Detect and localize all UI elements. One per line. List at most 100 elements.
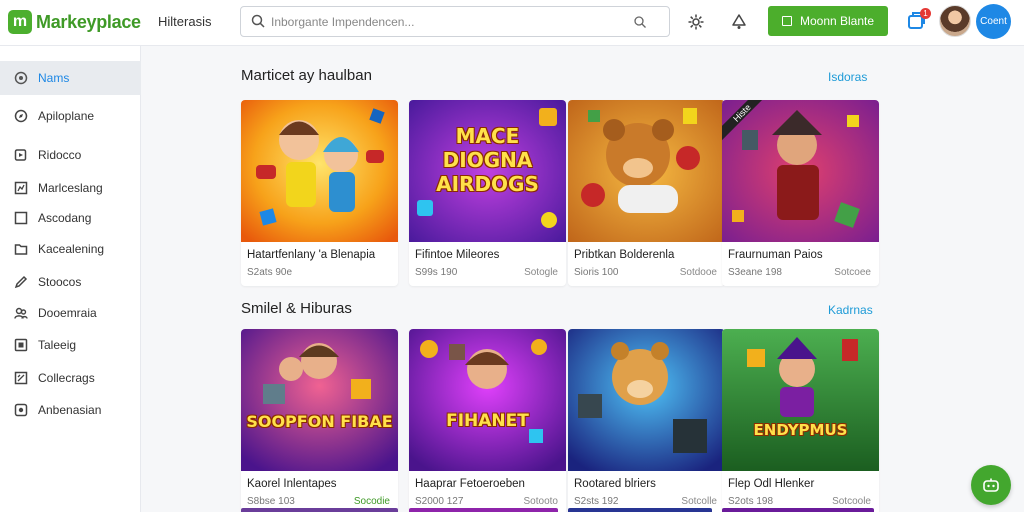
product-card[interactable]: Pribtkan Bolderenla Sioris 100 Sotdooe (568, 100, 725, 286)
product-card[interactable]: MACE DIOGNA AIRDOGS Fifintoe Mileores S9… (409, 100, 566, 286)
sidebar-item-marketing[interactable]: Marlceslang (0, 171, 141, 205)
product-meta: Sotooto (523, 496, 558, 507)
sidebar-item-label: Apiloplane (38, 109, 95, 123)
top-bar: m Markeyplace Hilterasis Moonn Blante 1 … (0, 0, 1024, 46)
sidebar-item-collections[interactable]: Collecrags (0, 361, 141, 395)
product-price: Sioris 100 (574, 267, 619, 278)
users-icon (14, 307, 28, 319)
product-thumbnail (722, 100, 879, 242)
product-card[interactable]: FIHANET Haaprar Fetoeroeben S2000 127 So… (409, 329, 566, 512)
product-thumbnail (568, 329, 725, 471)
thumbnail-text: SOOPFON FIBAE (246, 412, 393, 431)
sidebar-item-label: Collecrags (38, 371, 95, 385)
product-price: S2sts 192 (574, 496, 619, 507)
chat-button[interactable] (971, 465, 1011, 505)
product-title: Pribtkan Bolderenla (574, 249, 675, 261)
home-icon (14, 71, 28, 85)
search-icon (251, 14, 265, 28)
thumbnail-text: ENDYPMUS (753, 421, 848, 439)
product-title: Hatartfenlany 'a Blenapia (247, 249, 376, 261)
chat-icon (983, 478, 999, 492)
brand-logo-icon: m (8, 10, 32, 34)
product-meta: Sotcolle (681, 496, 717, 507)
product-price: S8bse 103 (247, 496, 295, 507)
bell-icon[interactable] (729, 12, 749, 32)
product-meta: Sotcoee (834, 267, 871, 278)
create-listing-label: Moonn Blante (799, 14, 875, 28)
sidebar-item-home[interactable]: Nams (0, 61, 141, 95)
see-all-link[interactable]: Kadrnas (828, 303, 873, 317)
product-price: S2ats 90e (247, 267, 293, 278)
product-price: S3eane 198 (728, 267, 782, 278)
folder-icon (14, 244, 28, 255)
sidebar-item-explore[interactable]: Apiloplane (0, 99, 141, 133)
product-title: Rootared blriers (574, 478, 656, 490)
product-meta: Sotcoole (832, 496, 871, 507)
brand[interactable]: m Markeyplace (8, 10, 141, 34)
nav-link[interactable]: Hilterasis (158, 14, 211, 29)
pencil-icon (14, 275, 28, 289)
product-card-peek (409, 508, 558, 512)
product-meta: Sotogle (524, 267, 558, 278)
product-title: Fifintoe Mileores (415, 249, 500, 261)
thumbnail-text: MACE DIOGNA AIRDOGS (436, 124, 539, 196)
gear-icon[interactable] (686, 12, 706, 32)
sidebar-item-label: Nams (38, 71, 70, 85)
product-meta: Socodie (353, 496, 390, 507)
sidebar-item-domains[interactable]: Dooemraia (0, 296, 141, 330)
product-title: Flep Odl Hlenker (728, 478, 815, 490)
product-card-peek (722, 508, 874, 512)
search-bar (240, 6, 670, 37)
sidebar-item-label: Ridocco (38, 148, 82, 162)
sidebar-item-label: Anbenasian (38, 403, 102, 417)
sidebar-item-label: Taleeig (38, 338, 77, 352)
product-thumbnail (241, 100, 398, 242)
sidebar-item-label: Ascodang (38, 211, 92, 225)
product-price: S99s 190 (415, 267, 458, 278)
product-price: S2000 127 (415, 496, 464, 507)
brand-name: Markeyplace (36, 11, 141, 32)
sidebar-item-label: Dooemraia (38, 306, 97, 320)
product-meta: Sotdooe (679, 267, 717, 278)
tag-icon (14, 338, 28, 352)
product-card[interactable]: ENDYPMUS Flep Odl Hlenker S2ots 198 Sotc… (722, 329, 879, 512)
product-card[interactable]: SOOPFON FIBAE Kaorel Inlentapes S8bse 10… (241, 329, 398, 512)
square-icon (781, 16, 792, 26)
section-title: Smilel & Hiburas (241, 300, 352, 317)
product-thumbnail (568, 100, 725, 242)
sidebar-item-tags[interactable]: Taleeig (0, 328, 141, 362)
product-card[interactable]: Histe Fraurnuman Paios S3eane 198 Sotcoe… (722, 100, 879, 286)
filter-icon[interactable] (633, 15, 647, 29)
compass-icon (14, 109, 28, 123)
sidebar-item-label: Stoocos (38, 275, 82, 289)
collection-icon (14, 371, 28, 385)
product-card-peek (241, 508, 398, 512)
search-input[interactable] (271, 12, 631, 32)
sidebar-item-videos[interactable]: Ridocco (0, 138, 141, 172)
product-thumbnail (241, 329, 398, 471)
product-card[interactable]: Rootared blriers S2sts 192 Sotcolle (568, 329, 725, 512)
square-icon (14, 211, 28, 225)
product-title: Haaprar Fetoeroeben (415, 478, 525, 490)
create-listing-button[interactable]: Moonn Blante (768, 6, 888, 36)
chart-icon (14, 181, 28, 195)
user-button[interactable]: Coent (976, 4, 1011, 39)
notification-badge: 1 (920, 8, 931, 19)
avatar[interactable] (939, 5, 971, 37)
sidebar-item-folder[interactable]: Kacealening (0, 232, 141, 266)
product-thumbnail (722, 329, 879, 471)
sidebar: Nams Apiloplane Ridocco Marlceslang Asco… (0, 46, 141, 512)
sidebar-item-accounting[interactable]: Ascodang (0, 201, 141, 235)
sidebar-item-admin[interactable]: Anbenasian (0, 393, 141, 427)
thumbnail-text: FIHANET (446, 411, 529, 431)
product-title: Kaorel Inlentapes (247, 478, 337, 490)
section-title: Marticet ay haulban (241, 67, 372, 84)
sidebar-item-label: Kacealening (38, 242, 105, 256)
see-all-link[interactable]: Isdoras (828, 70, 867, 84)
settings-icon (14, 403, 28, 417)
video-icon (14, 149, 27, 161)
product-price: S2ots 198 (728, 496, 774, 507)
product-card-peek (568, 508, 712, 512)
sidebar-item-studios[interactable]: Stoocos (0, 265, 141, 299)
product-card[interactable]: Hatartfenlany 'a Blenapia S2ats 90e (241, 100, 398, 286)
